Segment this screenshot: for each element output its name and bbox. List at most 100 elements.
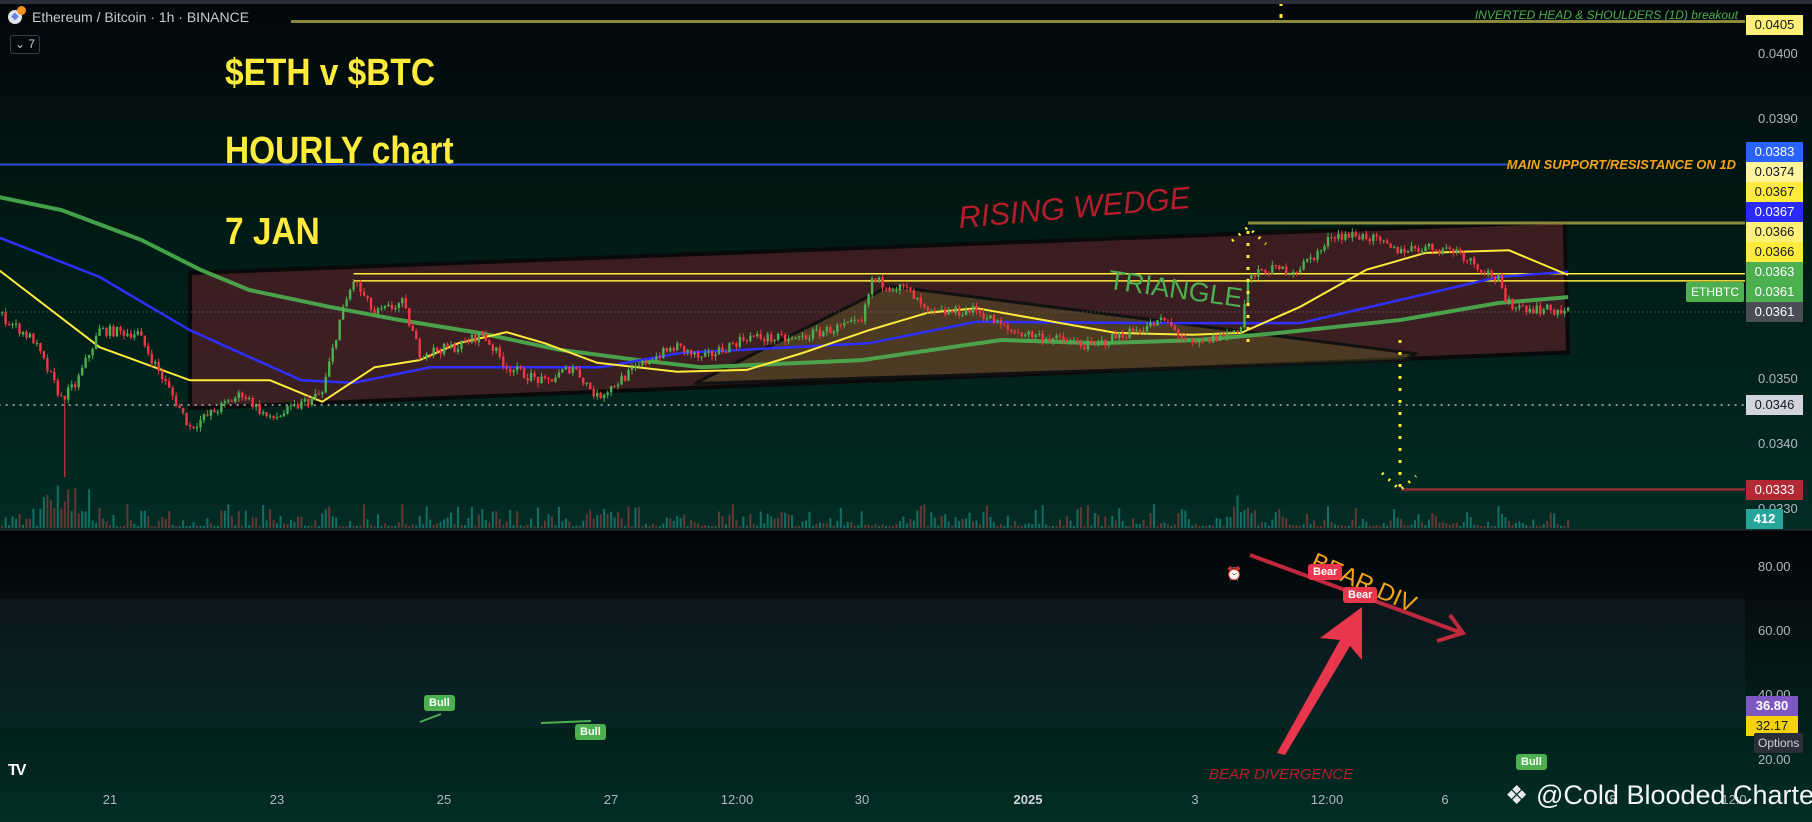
candle (67, 387, 70, 400)
volume-bar (669, 518, 672, 528)
volume-bar (28, 518, 31, 528)
volume-bar (1274, 511, 1277, 528)
candle (115, 326, 119, 337)
volume-bar (248, 525, 251, 528)
candle (282, 413, 286, 416)
rsi-tick: 80.00 (1758, 559, 1791, 574)
volume-bar (968, 512, 971, 528)
candle (335, 340, 338, 348)
volume-bar (168, 510, 171, 528)
volume-bar (502, 524, 505, 528)
volume-bar (1180, 509, 1183, 528)
volume-bar (88, 489, 91, 528)
volume-bar (1034, 510, 1037, 528)
candle (1316, 250, 1319, 260)
bear-tag: Bear (1308, 564, 1343, 580)
candle (756, 333, 759, 337)
candle (418, 339, 421, 358)
volume-bar (1535, 525, 1538, 528)
volume-bar (523, 526, 526, 528)
candle (1385, 240, 1389, 244)
candle (404, 298, 407, 309)
candle (947, 310, 950, 315)
volume-bar (1507, 520, 1510, 528)
volume-bar (641, 525, 644, 528)
candle (1438, 250, 1441, 254)
candle (1104, 340, 1107, 346)
volume-bar (1006, 515, 1009, 528)
volume-bar (105, 521, 108, 528)
candle (1462, 252, 1465, 261)
volume-bar (665, 517, 668, 528)
volume-bar (380, 525, 383, 528)
volume-bar (216, 525, 219, 528)
price-label: 0.0363 (1746, 262, 1803, 282)
price-label: 0.0405 (1746, 15, 1803, 35)
candle (568, 366, 571, 374)
candle (1211, 335, 1215, 343)
candle (1191, 338, 1194, 343)
volume-bar (1521, 523, 1524, 528)
candle (1118, 333, 1121, 339)
volume-bar (418, 515, 421, 528)
volume-bar (972, 521, 975, 528)
candle (1267, 273, 1271, 275)
candle (143, 335, 146, 346)
volume-bar (119, 525, 122, 528)
volume-bar (1038, 523, 1041, 528)
volume-bar (136, 525, 139, 528)
candle (728, 343, 731, 353)
candle (867, 294, 870, 305)
candle (261, 412, 265, 414)
candle (641, 360, 644, 366)
candle (1111, 333, 1114, 344)
volume-bar (857, 525, 860, 528)
volume-bar (1031, 524, 1034, 528)
volume-bar (1410, 524, 1413, 528)
collapse-indicators-button[interactable]: ⌄ 7 (10, 35, 40, 54)
candle (91, 348, 94, 356)
options-tooltip[interactable]: Options (1754, 733, 1804, 753)
candle (1521, 305, 1525, 307)
candle (296, 404, 300, 409)
candle (456, 349, 460, 352)
symbol-title[interactable]: Ethereum / Bitcoin · 1h · BINANCE (32, 9, 249, 25)
candle (248, 398, 251, 400)
candle (509, 368, 512, 373)
candle (449, 344, 453, 348)
volume-bar (1441, 522, 1444, 528)
candle (735, 343, 738, 347)
volume-bar (8, 525, 11, 528)
volume-bar (133, 523, 136, 528)
volume-bar (1480, 525, 1483, 528)
alarm-clock-icon[interactable]: ⏰ (1226, 566, 1242, 582)
chart-stage[interactable]: ◆ Ethereum / Bitcoin · 1h · BINANCE ⌄ 7 … (0, 0, 1812, 822)
volume-bar (338, 525, 341, 528)
volume-bar (209, 523, 212, 528)
candle (279, 415, 282, 417)
volume-bar (1159, 523, 1162, 528)
volume-bar (1445, 523, 1448, 528)
volume-bar (1264, 522, 1267, 528)
candle (383, 305, 387, 309)
candle (714, 354, 717, 357)
volume-bar (592, 518, 595, 528)
candle (679, 343, 682, 346)
candle (717, 347, 721, 355)
volume-bar (1434, 516, 1437, 528)
volume-bar (150, 526, 153, 528)
candle (1514, 307, 1518, 309)
chart-canvas[interactable] (0, 0, 1812, 822)
volume-bar (714, 526, 717, 528)
volume-bar (157, 520, 160, 528)
candle (1347, 233, 1351, 238)
volume-bar (582, 520, 585, 528)
volume-bar (213, 525, 216, 528)
candle (1166, 320, 1170, 322)
candle (185, 412, 188, 426)
volume-bar (171, 524, 174, 528)
volume-bar (1281, 516, 1284, 528)
tradingview-logo-icon[interactable]: TV (8, 762, 27, 780)
volume-bar (335, 517, 338, 528)
volume-bar (606, 513, 609, 528)
